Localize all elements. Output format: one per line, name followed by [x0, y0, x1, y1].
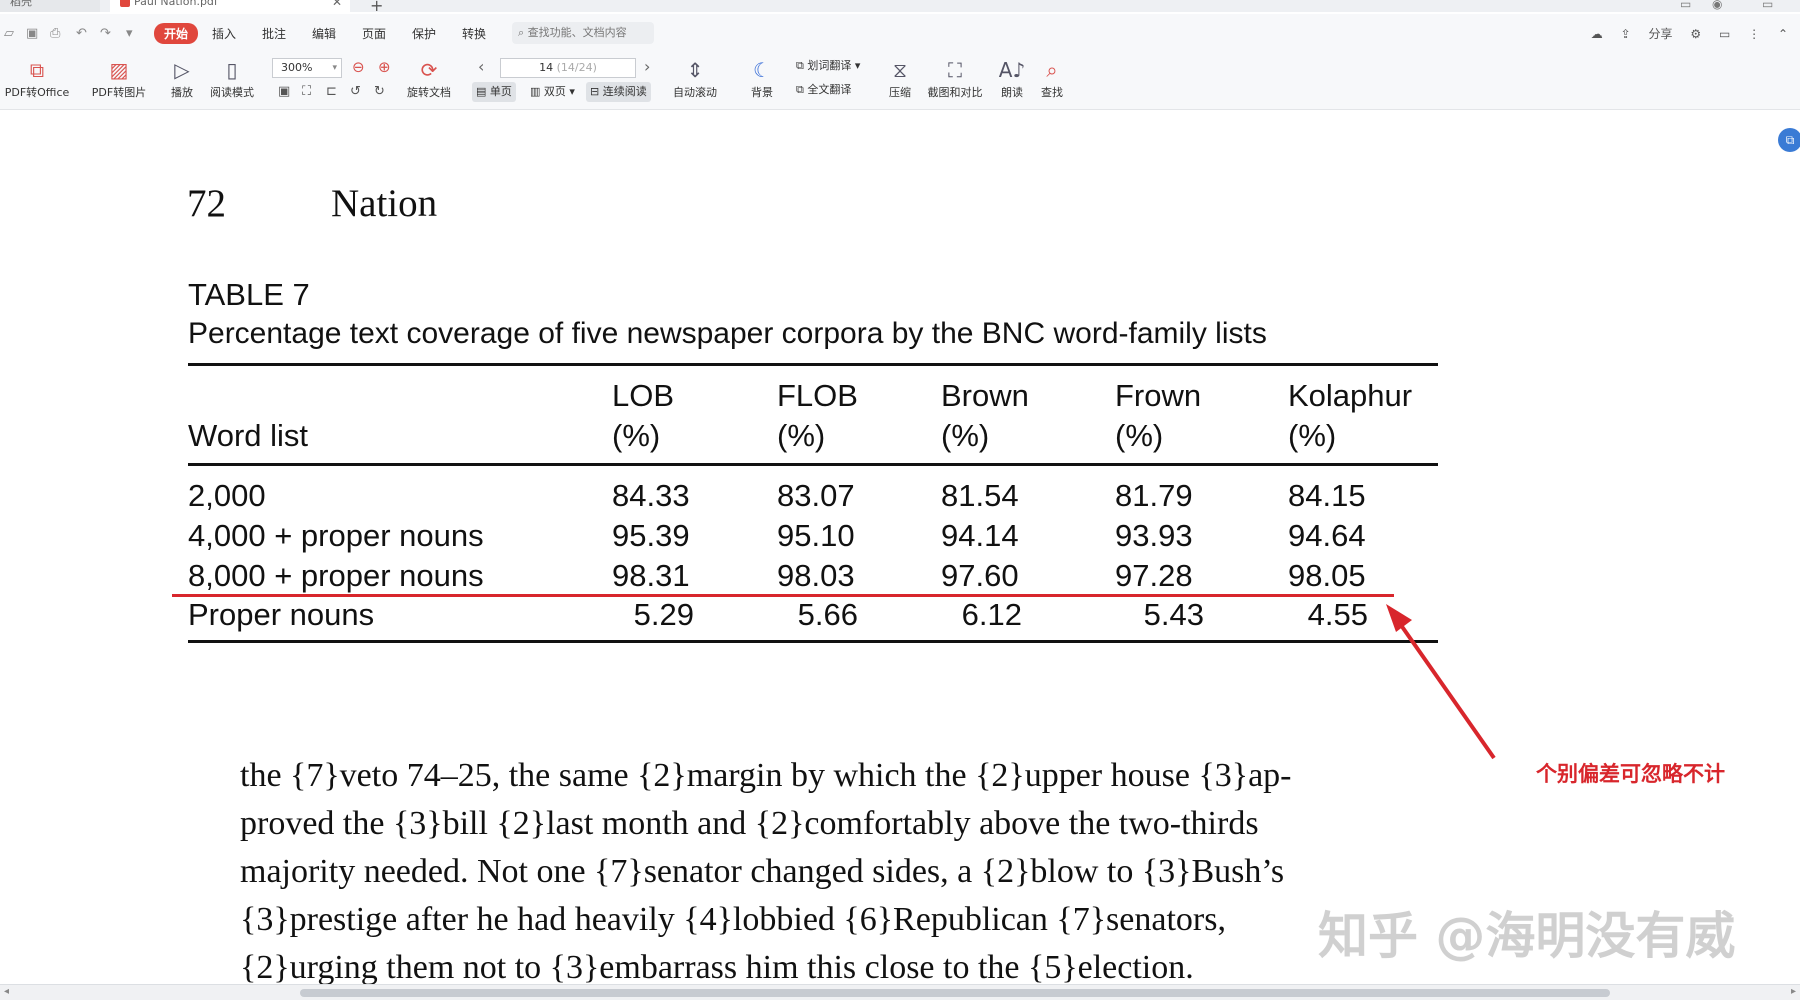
horizontal-scrollbar[interactable]: ◂ ▸	[0, 984, 1800, 1000]
body-line: {3}prestige after he had heavily {4}lobb…	[240, 901, 1226, 938]
body-paragraph: the {7}veto 74–25, the same {2}margin by…	[240, 752, 1440, 992]
scrollbar-thumb[interactable]	[300, 989, 1610, 997]
arrow-shaft	[1394, 616, 1496, 760]
scroll-right-icon[interactable]: ▸	[1791, 986, 1796, 997]
body-line: the {7}veto 74–25, the same {2}margin by…	[240, 757, 1292, 794]
body-line: proved the {3}bill {2}last month and {2}…	[240, 805, 1259, 842]
arrow-head	[1386, 604, 1412, 632]
scroll-left-icon[interactable]: ◂	[4, 986, 9, 997]
annotation-note: 个别偏差可忽略不计	[1536, 762, 1725, 786]
body-line: majority needed. Not one {7}senator chan…	[240, 853, 1285, 890]
watermark: 知乎 @海明没有威	[1318, 907, 1736, 965]
